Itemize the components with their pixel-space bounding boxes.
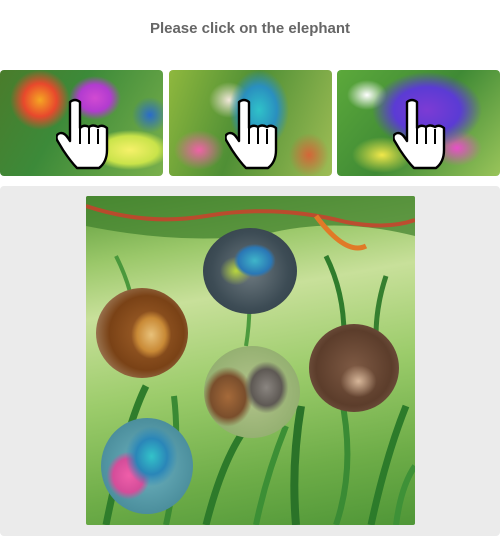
example-image-3: [337, 70, 500, 176]
instruction-text: Please click on the elephant: [149, 20, 351, 37]
pointing-hand-icon: [225, 98, 278, 170]
bear-image[interactable]: [309, 324, 399, 412]
challenge-panel: [0, 186, 500, 536]
squirrel-image[interactable]: [204, 346, 300, 438]
parrot-image[interactable]: [203, 228, 297, 314]
pointing-hand-icon: [393, 98, 446, 170]
captcha-page: Please click on the elephant: [0, 0, 500, 536]
elephant-image[interactable]: [101, 418, 193, 514]
pointing-hand-icon: [56, 98, 109, 170]
lion-image[interactable]: [96, 288, 188, 378]
example-images-row: [0, 70, 500, 176]
example-image-2: [169, 70, 332, 176]
challenge-image[interactable]: [86, 196, 415, 525]
example-image-1: [0, 70, 163, 176]
